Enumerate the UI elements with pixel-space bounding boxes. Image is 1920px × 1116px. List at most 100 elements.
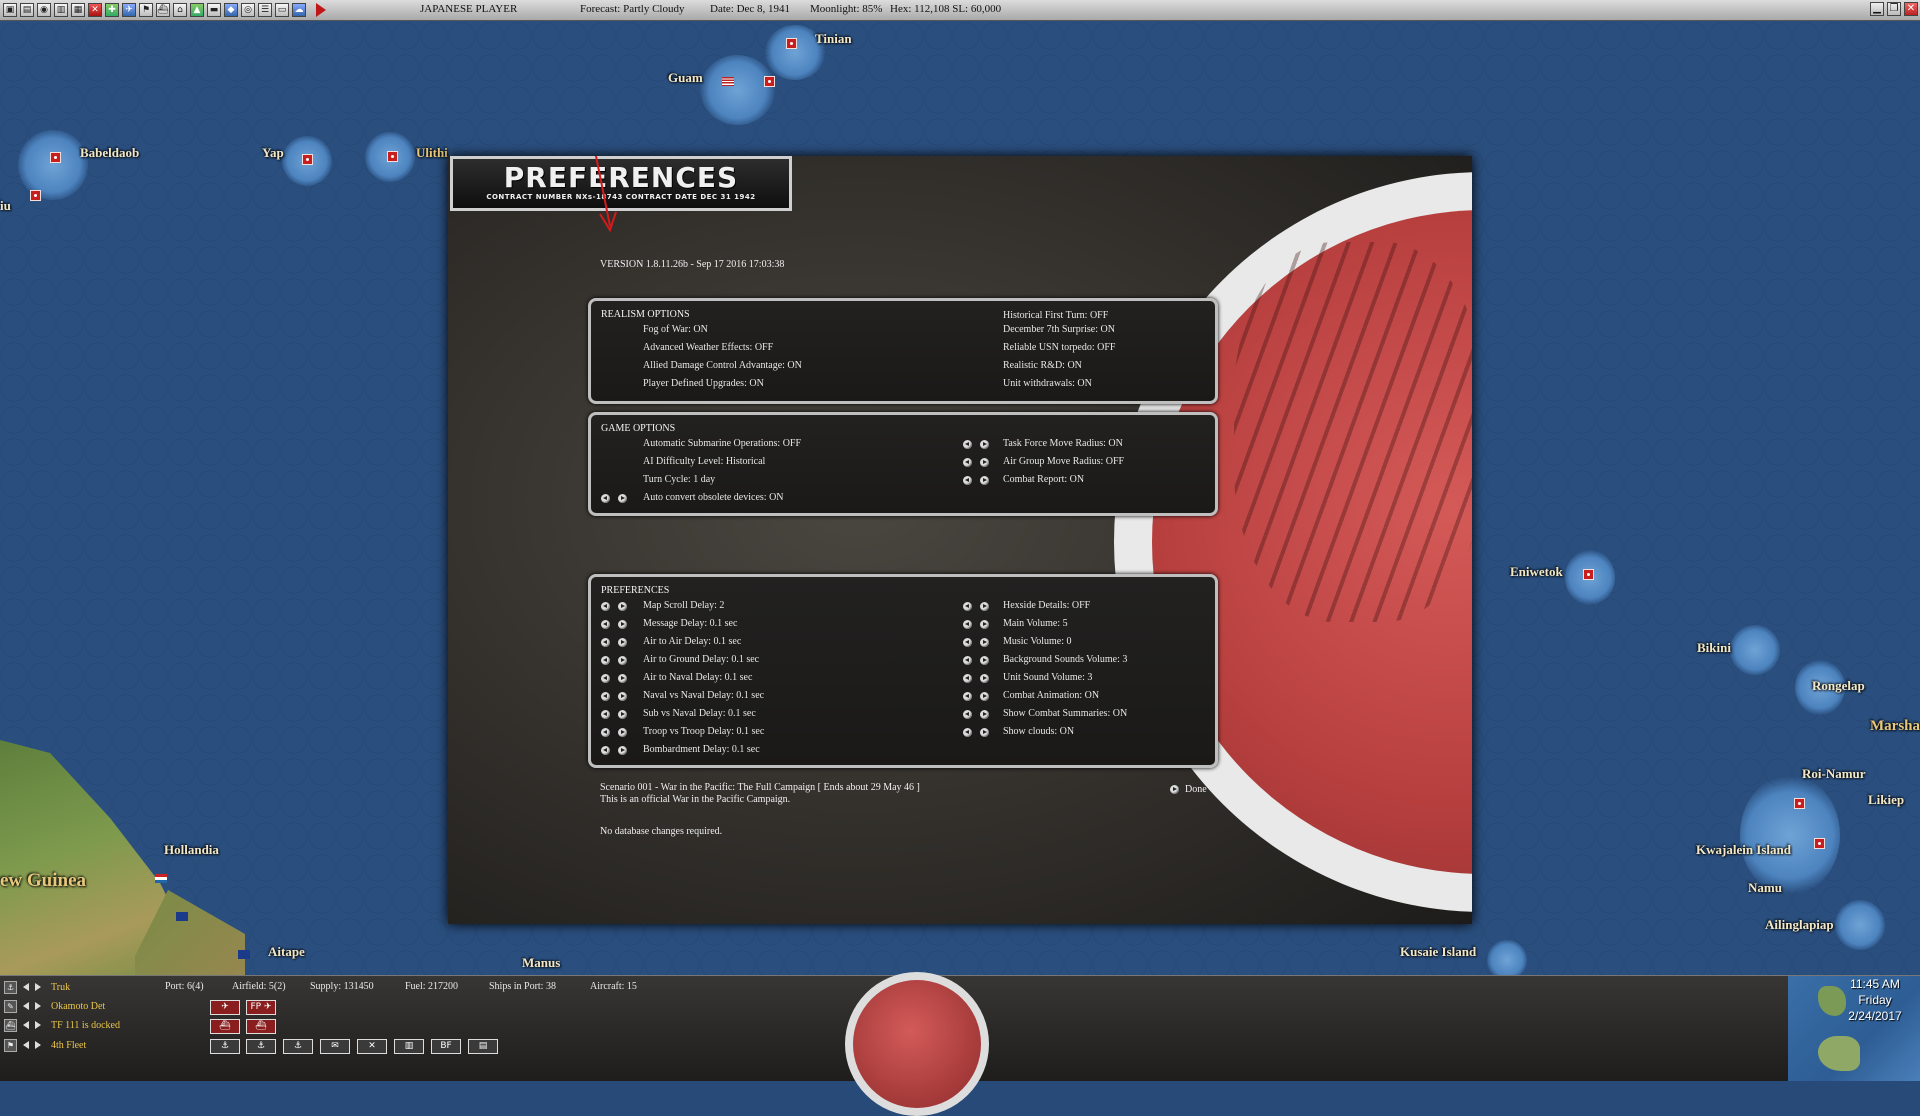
bottom-row-base[interactable]: ⚓ Truk bbox=[4, 978, 70, 996]
unit-marker[interactable] bbox=[302, 154, 313, 165]
arrow-left-icon[interactable] bbox=[601, 727, 610, 737]
arrow-right-icon[interactable] bbox=[980, 691, 989, 701]
plane-icon[interactable]: ✈ bbox=[122, 3, 136, 17]
arrow-right-icon[interactable] bbox=[618, 637, 627, 647]
unit-marker[interactable] bbox=[764, 76, 775, 87]
port-button[interactable]: ⚓ bbox=[210, 1039, 240, 1054]
arrow-left-icon[interactable] bbox=[963, 673, 972, 683]
task-force-status[interactable]: TF 111 is docked bbox=[51, 1020, 120, 1031]
arrow-left-icon[interactable] bbox=[601, 601, 610, 611]
unit-marker[interactable] bbox=[387, 151, 398, 162]
base-name[interactable]: Truk bbox=[51, 982, 70, 993]
info-icon[interactable]: ◆ bbox=[224, 3, 238, 17]
arrow-right-icon[interactable] bbox=[980, 727, 989, 737]
unit-marker[interactable] bbox=[50, 152, 61, 163]
arrow-left-icon[interactable] bbox=[963, 691, 972, 701]
bottom-row-task-force[interactable]: ⛴ TF 111 is docked bbox=[4, 1016, 120, 1034]
ground-icon[interactable]: ▲ bbox=[190, 3, 204, 17]
bf-button[interactable]: BF bbox=[431, 1039, 461, 1054]
next-arrow-icon[interactable] bbox=[35, 1021, 41, 1029]
hq-name[interactable]: 4th Fleet bbox=[51, 1040, 86, 1051]
arrow-right-icon[interactable] bbox=[618, 619, 627, 629]
report-icon[interactable]: ▭ bbox=[275, 3, 289, 17]
ailinglapiap-island[interactable] bbox=[1835, 900, 1885, 950]
unit-marker[interactable] bbox=[1794, 798, 1805, 809]
arrow-right-icon[interactable] bbox=[980, 655, 989, 665]
load-icon[interactable]: ▤ bbox=[20, 3, 34, 17]
prev-arrow-icon[interactable] bbox=[23, 1041, 29, 1049]
arrow-right-icon[interactable] bbox=[980, 439, 989, 449]
arrow-left-icon[interactable] bbox=[601, 637, 610, 647]
flag-icon[interactable]: ✕ bbox=[88, 3, 102, 17]
arrow-left-icon[interactable] bbox=[963, 637, 972, 647]
close-icon[interactable]: ✕ bbox=[1904, 2, 1918, 16]
arrow-left-icon[interactable] bbox=[963, 601, 972, 611]
base-icon[interactable]: ⌂ bbox=[173, 3, 187, 17]
unit-marker[interactable] bbox=[1583, 569, 1594, 580]
forts-button[interactable]: ▥ bbox=[394, 1039, 424, 1054]
list-icon[interactable]: ☰ bbox=[258, 3, 272, 17]
arrow-left-icon[interactable] bbox=[963, 457, 972, 467]
game-icon[interactable]: ◉ bbox=[37, 3, 51, 17]
aircraft-icon[interactable]: ⚑ bbox=[139, 3, 153, 17]
end-turn-icon[interactable] bbox=[316, 3, 326, 17]
arrow-left-icon[interactable] bbox=[601, 691, 610, 701]
ground-unit-name[interactable]: Okamoto Det bbox=[51, 1001, 105, 1012]
unit-marker[interactable] bbox=[786, 38, 797, 49]
database-icon[interactable]: ▦ bbox=[71, 3, 85, 17]
map-icon[interactable]: ✚ bbox=[105, 3, 119, 17]
unit-marker[interactable] bbox=[30, 190, 41, 201]
kwajalein-island[interactable] bbox=[1740, 775, 1840, 895]
arrow-left-icon[interactable] bbox=[963, 619, 972, 629]
kusaie-island[interactable] bbox=[1487, 940, 1527, 975]
air-unit-button[interactable]: ✈ bbox=[210, 1000, 240, 1015]
arrow-left-icon[interactable] bbox=[963, 655, 972, 665]
list-button[interactable]: ▤ bbox=[468, 1039, 498, 1054]
port-button[interactable]: ⚓ bbox=[246, 1039, 276, 1054]
arrow-right-icon[interactable] bbox=[618, 691, 627, 701]
arrow-right-icon[interactable] bbox=[618, 709, 627, 719]
done-button[interactable]: Done bbox=[1170, 784, 1207, 795]
arrow-left-icon[interactable] bbox=[963, 439, 972, 449]
arrow-right-icon[interactable] bbox=[980, 601, 989, 611]
arrow-right-icon[interactable] bbox=[618, 745, 627, 755]
arrow-right-icon[interactable] bbox=[980, 637, 989, 647]
bikini-island[interactable] bbox=[1730, 625, 1780, 675]
next-arrow-icon[interactable] bbox=[35, 1041, 41, 1049]
floatplane-button[interactable]: FP ✈ bbox=[246, 1000, 276, 1015]
arrow-left-icon[interactable] bbox=[601, 709, 610, 719]
arrow-left-icon[interactable] bbox=[963, 727, 972, 737]
arrow-right-icon[interactable] bbox=[980, 457, 989, 467]
globe-icon[interactable]: ◎ bbox=[241, 3, 255, 17]
arrow-left-icon[interactable] bbox=[601, 619, 610, 629]
arrow-right-icon[interactable] bbox=[980, 619, 989, 629]
arrow-left-icon[interactable] bbox=[601, 655, 610, 665]
arrow-left-icon[interactable] bbox=[963, 475, 972, 485]
ship-icon[interactable]: ⛴ bbox=[156, 3, 170, 17]
arrow-right-icon[interactable] bbox=[618, 601, 627, 611]
guam-island[interactable] bbox=[700, 55, 775, 125]
bottom-row-ground-unit[interactable]: ✎ Okamoto Det bbox=[4, 997, 105, 1015]
arrow-right-icon[interactable] bbox=[980, 673, 989, 683]
arrow-right-icon[interactable] bbox=[618, 673, 627, 683]
arrow-right-icon[interactable] bbox=[980, 475, 989, 485]
bottom-row-hq[interactable]: ⚑ 4th Fleet bbox=[4, 1036, 86, 1054]
arrow-right-icon[interactable] bbox=[980, 709, 989, 719]
minimize-icon[interactable]: ▁ bbox=[1870, 2, 1884, 16]
next-arrow-icon[interactable] bbox=[35, 983, 41, 991]
arrow-left-icon[interactable] bbox=[963, 709, 972, 719]
restore-icon[interactable]: ❐ bbox=[1887, 2, 1901, 16]
next-arrow-icon[interactable] bbox=[35, 1002, 41, 1010]
ship-button[interactable]: ⛴ bbox=[246, 1019, 276, 1034]
arrow-left-icon[interactable] bbox=[601, 673, 610, 683]
unit-icon[interactable]: ▬ bbox=[207, 3, 221, 17]
files-icon[interactable]: ▥ bbox=[54, 3, 68, 17]
babeldaob-island[interactable] bbox=[18, 130, 88, 200]
arrow-right-icon[interactable] bbox=[618, 655, 627, 665]
prev-arrow-icon[interactable] bbox=[23, 1002, 29, 1010]
arrow-left-icon[interactable] bbox=[601, 493, 610, 503]
cancel-button[interactable]: ✕ bbox=[357, 1039, 387, 1054]
unit-marker[interactable] bbox=[1814, 838, 1825, 849]
arrow-right-icon[interactable] bbox=[618, 493, 627, 503]
save-icon[interactable]: ▣ bbox=[3, 3, 17, 17]
